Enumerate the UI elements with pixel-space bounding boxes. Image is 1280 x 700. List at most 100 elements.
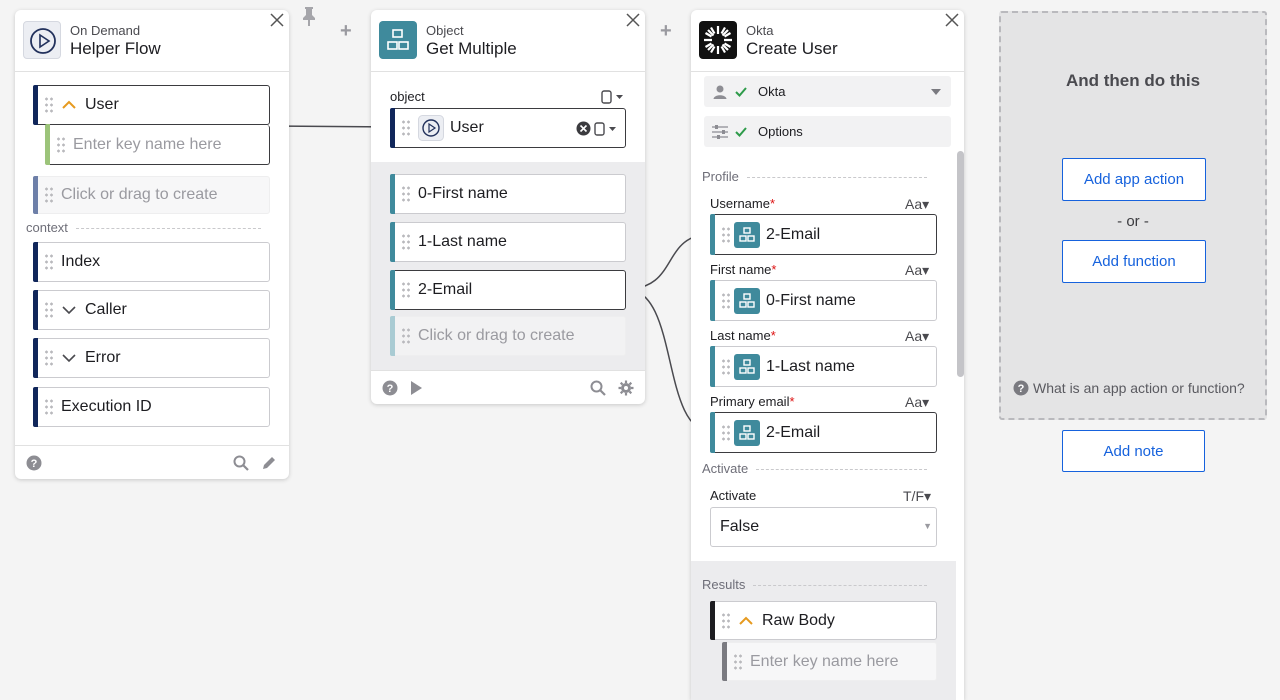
drag-handle-icon[interactable] [401, 233, 410, 251]
drag-handle-icon[interactable] [44, 96, 53, 114]
type-selector[interactable]: Aa▾ [905, 328, 929, 345]
drag-handle-icon[interactable] [721, 423, 730, 442]
help-icon[interactable]: ? [26, 455, 42, 471]
field-label-text: First name [710, 262, 772, 277]
object-icon [734, 287, 760, 314]
object-get-multiple-card: Object Get Multiple object User 0-First … [371, 10, 645, 404]
username-field[interactable]: 2-Email [710, 214, 937, 255]
search-icon[interactable] [590, 380, 606, 396]
type-label: T/F [903, 488, 924, 504]
add-app-action-button[interactable]: Add app action [1062, 158, 1206, 201]
help-link-text: What is an app action or function? [1033, 380, 1245, 396]
type-selector[interactable]: T/F▾ [903, 488, 931, 505]
context-field-execution-id[interactable]: Execution ID [33, 387, 270, 427]
play-icon[interactable] [408, 380, 424, 396]
user-field[interactable]: User [33, 85, 270, 125]
drag-handle-icon[interactable] [721, 611, 730, 630]
object-input-label: object [390, 89, 425, 104]
drag-handle-icon[interactable] [401, 119, 410, 137]
key-name-placeholder: Enter key name here [750, 652, 899, 670]
primary-email-field[interactable]: 2-Email [710, 412, 937, 453]
database-dropdown-icon[interactable] [600, 89, 626, 105]
drag-handle-icon[interactable] [44, 398, 53, 416]
object-input-field[interactable]: User [390, 108, 626, 148]
results-label: Results [702, 577, 746, 592]
output-field-email[interactable]: 2-Email [390, 270, 626, 310]
connection-selector[interactable]: Okta [704, 76, 951, 107]
database-dropdown-icon[interactable] [593, 121, 619, 137]
activate-section-label: Activate [702, 461, 927, 476]
user-icon [713, 85, 727, 99]
key-name-input[interactable]: Enter key name here [722, 642, 937, 681]
create-field-placeholder[interactable]: Click or drag to create [33, 176, 270, 214]
drag-handle-icon[interactable] [401, 185, 410, 203]
svg-text:?: ? [387, 383, 394, 395]
close-icon[interactable] [944, 12, 960, 28]
primary-email-label: Primary email* [710, 394, 795, 409]
last-name-label: Last name* [710, 328, 776, 343]
context-field-error[interactable]: Error [33, 338, 270, 378]
create-placeholder-text: Click or drag to create [61, 186, 218, 203]
object-icon [379, 21, 417, 59]
add-note-button[interactable]: Add note [1062, 430, 1205, 472]
create-field-placeholder[interactable]: Click or drag to create [390, 316, 626, 356]
add-function-button[interactable]: Add function [1062, 240, 1206, 283]
activate-label: Activate [710, 488, 757, 503]
connection-name: Okta [758, 84, 786, 99]
drag-handle-icon[interactable] [44, 349, 53, 367]
raw-body-label: Raw Body [762, 611, 835, 629]
drag-handle-icon[interactable] [44, 253, 53, 271]
help-link[interactable]: ? What is an app action or function? [1013, 380, 1245, 396]
help-icon[interactable]: ? [382, 380, 398, 396]
drag-handle-icon[interactable] [401, 281, 410, 299]
pin-icon[interactable] [302, 6, 316, 26]
close-icon[interactable] [269, 12, 285, 28]
output-field-last-name[interactable]: 1-Last name [390, 222, 626, 262]
helper-flow-card: On Demand Helper Flow User Enter key nam… [15, 10, 289, 479]
chevron-down-icon[interactable] [61, 352, 77, 364]
options-button[interactable]: Options [704, 116, 951, 147]
drag-handle-icon[interactable] [44, 301, 53, 319]
type-selector[interactable]: Aa▾ [905, 394, 929, 411]
add-step-plus-2[interactable]: + [660, 20, 672, 43]
first-name-label: First name* [710, 262, 777, 277]
key-name-input[interactable]: Enter key name here [45, 124, 270, 165]
caret-down-icon[interactable] [930, 88, 942, 96]
drag-handle-icon[interactable] [721, 225, 730, 244]
create-placeholder-text: Click or drag to create [418, 327, 575, 344]
drag-handle-icon[interactable] [721, 357, 730, 376]
raw-body-field[interactable]: Raw Body [710, 601, 937, 640]
close-icon[interactable] [625, 12, 641, 28]
search-icon[interactable] [233, 455, 249, 471]
output-label: 1-Last name [418, 233, 507, 250]
card-subtitle: Object [426, 23, 464, 38]
clear-icon[interactable] [576, 121, 591, 136]
username-label: Username* [710, 196, 776, 211]
first-name-field[interactable]: 0-First name [710, 280, 937, 321]
activate-value: False [720, 518, 760, 535]
drag-handle-icon[interactable] [721, 291, 730, 310]
chevron-up-icon[interactable] [738, 615, 754, 627]
field-value: 1-Last name [766, 357, 855, 375]
output-label: 0-First name [418, 185, 508, 202]
check-icon [735, 86, 747, 97]
context-field-caller[interactable]: Caller [33, 290, 270, 330]
chevron-up-icon[interactable] [61, 99, 77, 111]
gear-icon[interactable] [618, 380, 634, 396]
context-field-index[interactable]: Index [33, 242, 270, 282]
scrollbar[interactable] [957, 151, 964, 377]
add-step-plus-1[interactable]: + [340, 20, 352, 43]
last-name-field[interactable]: 1-Last name [710, 346, 937, 387]
chevron-down-icon[interactable] [61, 304, 77, 316]
sliders-icon [712, 124, 728, 139]
card-subtitle: Okta [746, 23, 774, 38]
drag-handle-icon[interactable] [56, 135, 65, 154]
type-selector[interactable]: Aa▾ [905, 262, 929, 279]
output-field-first-name[interactable]: 0-First name [390, 174, 626, 214]
field-value: 2-Email [766, 423, 821, 441]
type-selector[interactable]: Aa▾ [905, 196, 929, 213]
card-title: Get Multiple [426, 39, 517, 58]
pencil-icon[interactable] [261, 455, 277, 471]
field-label-text: Primary email [710, 394, 790, 409]
activate-select[interactable]: False ▼ [710, 507, 937, 547]
